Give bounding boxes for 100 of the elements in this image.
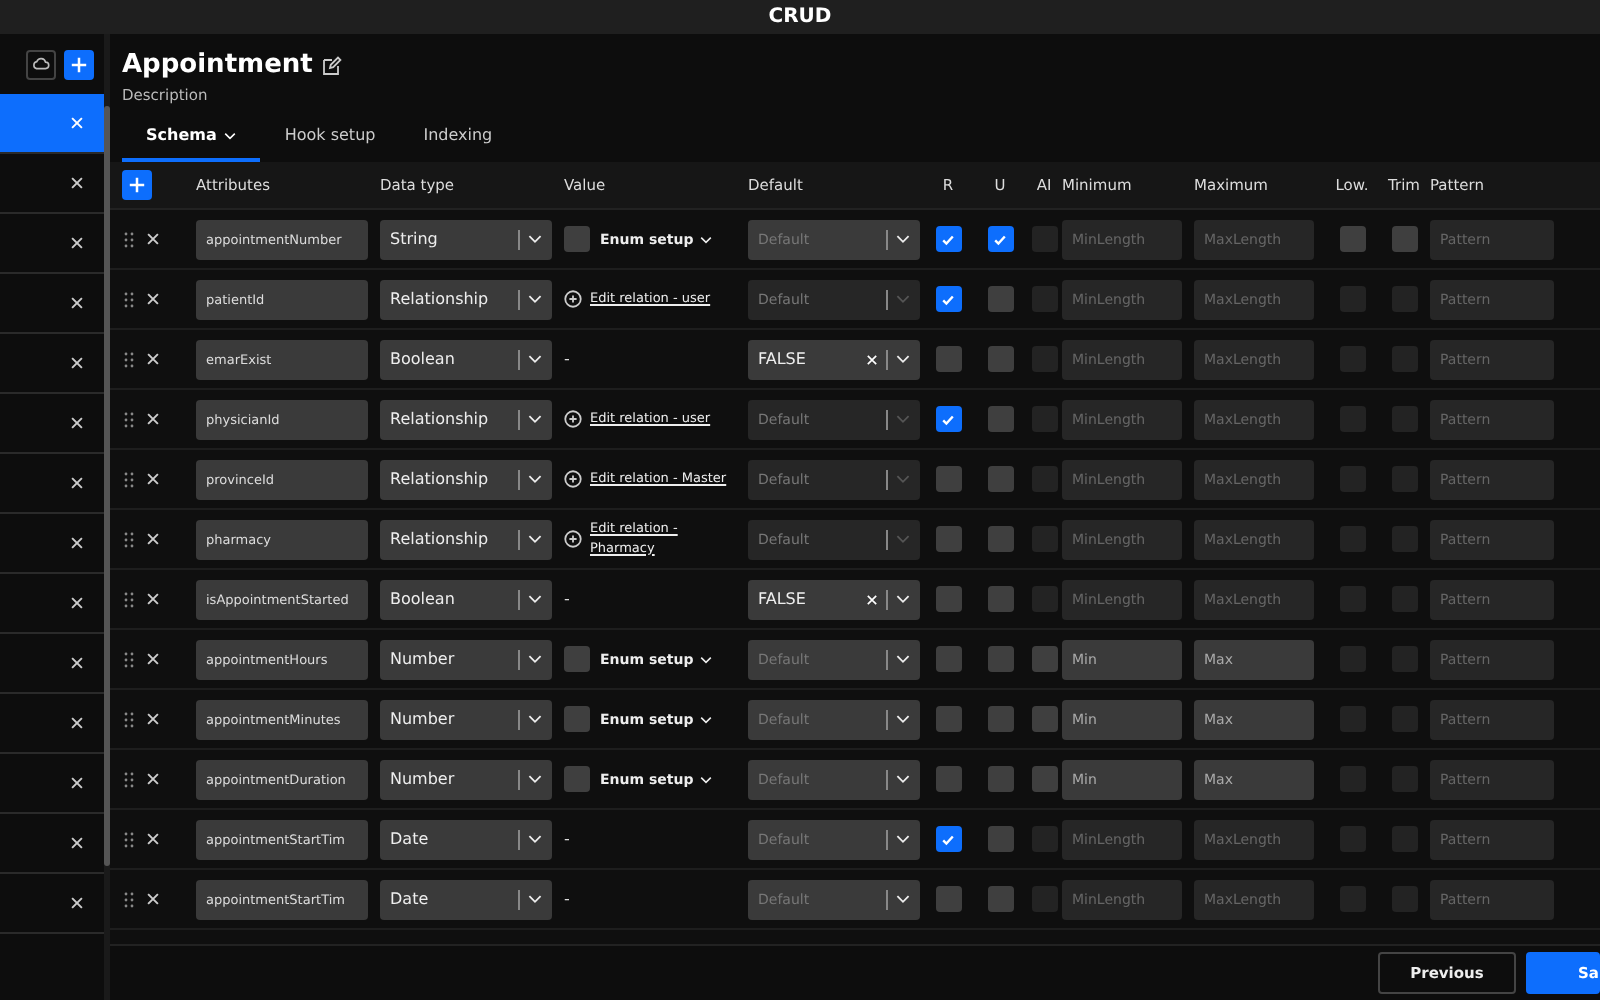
chevron-down-icon <box>896 654 910 664</box>
checkbox[interactable] <box>987 466 1013 492</box>
checkbox[interactable] <box>987 646 1013 672</box>
data-type-select[interactable]: Date <box>380 879 552 919</box>
data-type-select[interactable]: Boolean <box>380 579 552 619</box>
data-type-select[interactable]: Relationship <box>380 399 552 439</box>
check-icon <box>992 231 1008 247</box>
data-type-select[interactable]: Relationship <box>380 279 552 319</box>
chevron-down-icon <box>896 414 910 424</box>
scrollbar[interactable] <box>104 106 110 866</box>
checkbox[interactable] <box>987 886 1013 912</box>
delete-icon[interactable] <box>146 592 160 606</box>
data-type-select[interactable]: Date <box>380 819 552 859</box>
checkbox[interactable] <box>935 706 961 732</box>
delete-icon[interactable] <box>146 892 160 906</box>
checkbox[interactable] <box>1391 226 1417 252</box>
drag-handle-icon[interactable] <box>124 711 134 727</box>
close-icon[interactable] <box>70 656 84 670</box>
drag-handle-icon[interactable] <box>124 471 134 487</box>
window-title: CRUD <box>768 6 832 28</box>
close-icon[interactable] <box>70 836 84 850</box>
tab[interactable]: Indexing <box>399 116 517 162</box>
data-type-select[interactable]: String <box>380 219 552 259</box>
checkbox[interactable] <box>987 346 1013 372</box>
checkbox[interactable] <box>1339 226 1365 252</box>
data-type-select[interactable]: Boolean <box>380 339 552 379</box>
delete-icon[interactable] <box>146 232 160 246</box>
checkbox[interactable] <box>987 406 1013 432</box>
close-icon[interactable] <box>70 236 84 250</box>
checkbox[interactable] <box>987 226 1013 252</box>
add-circle-icon <box>564 289 582 308</box>
default-select[interactable]: FALSE <box>748 339 920 379</box>
drag-handle-icon[interactable] <box>124 591 134 607</box>
checkbox[interactable] <box>935 826 961 852</box>
checkbox[interactable] <box>935 346 961 372</box>
checkbox[interactable] <box>987 766 1013 792</box>
checkbox[interactable] <box>987 706 1013 732</box>
clear-icon[interactable] <box>866 353 878 365</box>
checkbox[interactable] <box>935 286 961 312</box>
default-select[interactable]: FALSE <box>748 579 920 619</box>
delete-icon[interactable] <box>146 832 160 846</box>
close-icon[interactable] <box>70 176 84 190</box>
enum-checkbox[interactable] <box>564 766 590 792</box>
delete-icon[interactable] <box>146 352 160 366</box>
close-icon[interactable] <box>70 536 84 550</box>
drag-handle-icon[interactable] <box>124 891 134 907</box>
checkbox[interactable] <box>935 466 961 492</box>
delete-icon[interactable] <box>146 772 160 786</box>
data-type-select[interactable]: Number <box>380 639 552 679</box>
checkbox[interactable] <box>987 286 1013 312</box>
close-icon[interactable] <box>70 296 84 310</box>
drag-handle-icon[interactable] <box>124 531 134 547</box>
clear-icon[interactable] <box>866 593 878 605</box>
checkbox[interactable] <box>935 766 961 792</box>
drag-handle-icon[interactable] <box>124 651 134 667</box>
delete-icon[interactable] <box>146 712 160 726</box>
close-icon[interactable] <box>70 476 84 490</box>
close-icon[interactable] <box>70 896 84 910</box>
data-type-select[interactable]: Number <box>380 699 552 739</box>
close-icon[interactable] <box>70 596 84 610</box>
drag-handle-icon[interactable] <box>124 411 134 427</box>
drag-handle-icon[interactable] <box>124 231 134 247</box>
close-icon[interactable] <box>70 416 84 430</box>
checkbox[interactable] <box>987 586 1013 612</box>
plus-icon <box>128 176 146 194</box>
checkbox[interactable] <box>935 526 961 552</box>
enum-checkbox[interactable] <box>564 646 590 672</box>
close-icon[interactable] <box>70 356 84 370</box>
edit-icon[interactable] <box>322 55 343 75</box>
checkbox[interactable] <box>987 826 1013 852</box>
delete-icon[interactable] <box>146 292 160 306</box>
close-icon[interactable] <box>70 776 84 790</box>
checkbox[interactable] <box>935 586 961 612</box>
delete-icon[interactable] <box>146 532 160 546</box>
cloud-button[interactable] <box>26 50 56 80</box>
checkbox[interactable] <box>935 226 961 252</box>
checkbox[interactable] <box>1031 646 1057 672</box>
checkbox[interactable] <box>935 886 961 912</box>
drag-handle-icon[interactable] <box>124 291 134 307</box>
checkbox[interactable] <box>935 646 961 672</box>
checkbox[interactable] <box>1031 766 1057 792</box>
checkbox[interactable] <box>935 406 961 432</box>
data-type-select[interactable]: Relationship <box>380 459 552 499</box>
enum-checkbox[interactable] <box>564 706 590 732</box>
add-attribute-button[interactable] <box>122 170 152 200</box>
data-type-select[interactable]: Relationship <box>380 519 552 559</box>
data-type-select[interactable]: Number <box>380 759 552 799</box>
add-button[interactable] <box>64 50 94 80</box>
sidebar-item[interactable] <box>0 94 104 154</box>
checkbox[interactable] <box>987 526 1013 552</box>
drag-handle-icon[interactable] <box>124 351 134 367</box>
delete-icon[interactable] <box>146 412 160 426</box>
drag-handle-icon[interactable] <box>124 831 134 847</box>
checkbox[interactable] <box>1031 706 1057 732</box>
close-icon[interactable] <box>70 716 84 730</box>
tab[interactable]: Hook setup <box>260 116 400 162</box>
delete-icon[interactable] <box>146 652 160 666</box>
delete-icon[interactable] <box>146 472 160 486</box>
enum-checkbox[interactable] <box>564 226 590 252</box>
drag-handle-icon[interactable] <box>124 771 134 787</box>
